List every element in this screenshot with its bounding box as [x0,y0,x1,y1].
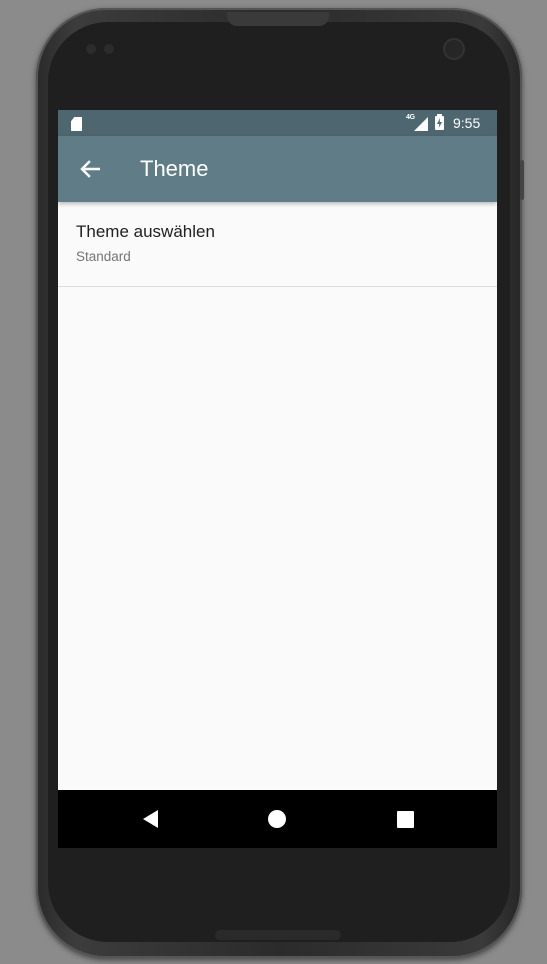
navigate-up-button[interactable] [72,151,108,187]
home-icon [268,810,286,828]
toolbar: Theme [58,136,497,202]
navigation-bar [58,790,497,848]
status-clock: 9:55 [453,115,481,131]
light-sensor [104,44,114,54]
bottom-speaker-grille [215,930,341,940]
preference-select-theme[interactable]: Theme auswählen Standard [58,202,497,286]
device-screen: 4G 9:55 Theme Theme auswählen Standard [58,110,497,848]
preference-summary: Standard [76,249,131,264]
top-speaker-grille [227,12,329,26]
proximity-sensor [86,44,96,54]
list-divider [58,286,497,287]
page-title: Theme [140,156,209,181]
signal-icon: 4G [406,114,428,132]
recents-icon [396,810,414,828]
arrow-back-icon [80,160,100,178]
back-icon [142,810,158,828]
front-camera [445,40,463,58]
nav-home-button[interactable] [263,805,291,833]
emulator-stage: 4G 9:55 Theme Theme auswählen Standard [0,0,547,964]
sd-card-icon [71,117,82,131]
nav-recents-button[interactable] [391,805,419,833]
volume-button [520,160,524,200]
preference-title: Theme auswählen [76,222,215,241]
battery-charging-icon [435,114,444,130]
nav-back-button[interactable] [136,805,164,833]
status-bar: 4G 9:55 [58,110,497,136]
